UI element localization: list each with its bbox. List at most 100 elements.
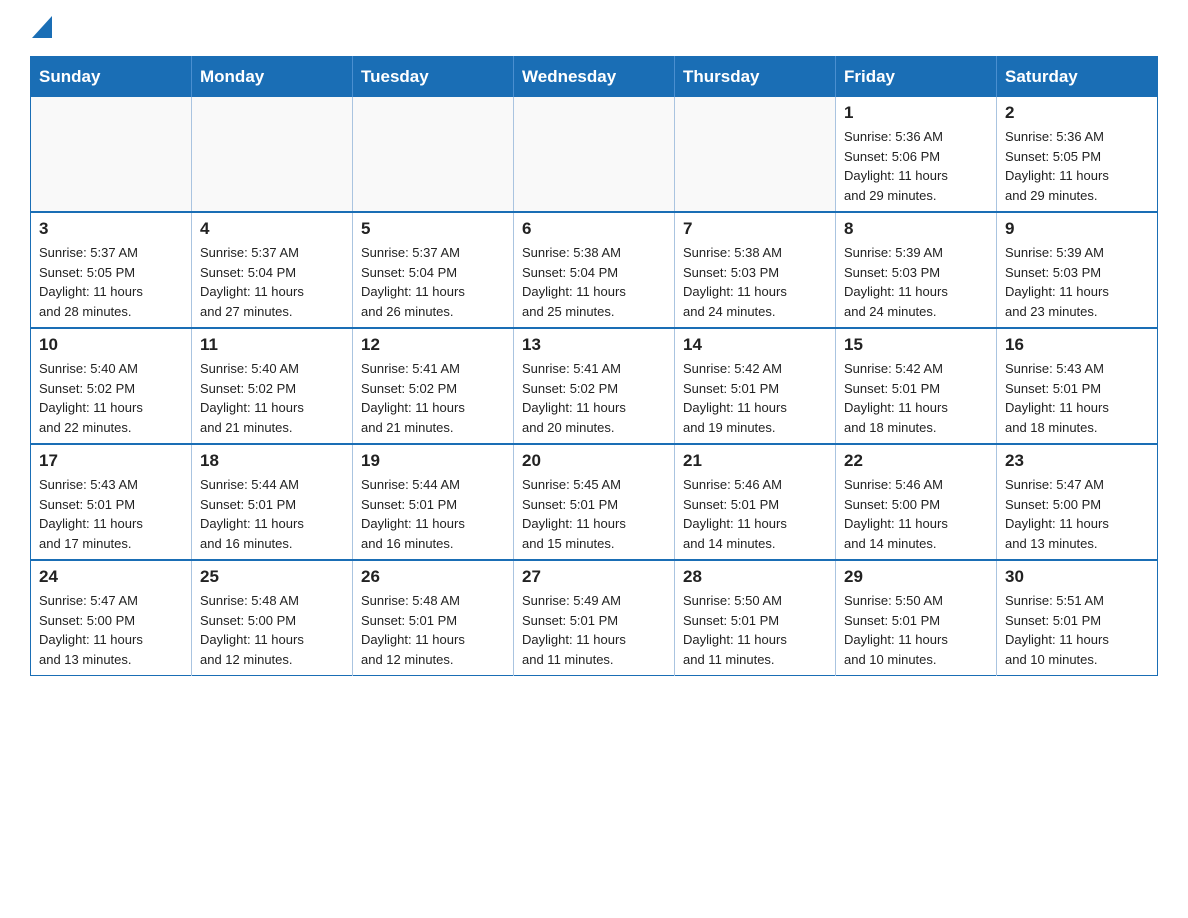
calendar-day-cell: 18 Sunrise: 5:44 AMSunset: 5:01 PMDayligh… — [192, 444, 353, 560]
calendar-day-cell: 11Sunrise: 5:40 AMSunset: 5:02 PMDayligh… — [192, 328, 353, 444]
day-number: 6 — [522, 219, 666, 239]
day-info: Sunrise: 5:38 AMSunset: 5:04 PMDaylight:… — [522, 243, 666, 321]
day-info: Sunrise: 5:48 AMSunset: 5:00 PMDaylight:… — [200, 591, 344, 669]
calendar-day-cell: 6 Sunrise: 5:38 AMSunset: 5:04 PMDaylight… — [514, 212, 675, 328]
day-number: 23 — [1005, 451, 1149, 471]
day-number: 15 — [844, 335, 988, 355]
day-info: Sunrise: 5:46 AMSunset: 5:00 PMDaylight:… — [844, 475, 988, 553]
calendar-day-cell: 30 Sunrise: 5:51 AMSunset: 5:01 PMDayligh… — [997, 560, 1158, 676]
day-number: 7 — [683, 219, 827, 239]
day-number: 3 — [39, 219, 183, 239]
day-info: Sunrise: 5:38 AMSunset: 5:03 PMDaylight:… — [683, 243, 827, 321]
calendar-day-cell: 10 Sunrise: 5:40 AMSunset: 5:02 PMDayligh… — [31, 328, 192, 444]
day-number: 26 — [361, 567, 505, 587]
day-info: Sunrise: 5:44 AMSunset: 5:01 PMDaylight:… — [361, 475, 505, 553]
day-info: Sunrise: 5:47 AMSunset: 5:00 PMDaylight:… — [39, 591, 183, 669]
day-info: Sunrise: 5:41 AMSunset: 5:02 PMDaylight:… — [361, 359, 505, 437]
day-number: 5 — [361, 219, 505, 239]
day-info: Sunrise: 5:43 AMSunset: 5:01 PMDaylight:… — [39, 475, 183, 553]
calendar-day-cell: 26 Sunrise: 5:48 AMSunset: 5:01 PMDayligh… — [353, 560, 514, 676]
day-info: Sunrise: 5:36 AMSunset: 5:06 PMDaylight:… — [844, 127, 988, 205]
calendar-day-cell: 19 Sunrise: 5:44 AMSunset: 5:01 PMDayligh… — [353, 444, 514, 560]
calendar-header-row: SundayMondayTuesdayWednesdayThursdayFrid… — [31, 57, 1158, 98]
day-number: 4 — [200, 219, 344, 239]
calendar-day-cell — [675, 97, 836, 212]
calendar-week-row: 24 Sunrise: 5:47 AMSunset: 5:00 PMDayligh… — [31, 560, 1158, 676]
day-info: Sunrise: 5:37 AMSunset: 5:04 PMDaylight:… — [200, 243, 344, 321]
calendar-day-cell: 13 Sunrise: 5:41 AMSunset: 5:02 PMDayligh… — [514, 328, 675, 444]
calendar-day-cell: 22 Sunrise: 5:46 AMSunset: 5:00 PMDayligh… — [836, 444, 997, 560]
day-info: Sunrise: 5:37 AMSunset: 5:05 PMDaylight:… — [39, 243, 183, 321]
day-info: Sunrise: 5:49 AMSunset: 5:01 PMDaylight:… — [522, 591, 666, 669]
day-info: Sunrise: 5:40 AMSunset: 5:02 PMDaylight:… — [39, 359, 183, 437]
day-number: 27 — [522, 567, 666, 587]
calendar-day-cell: 25 Sunrise: 5:48 AMSunset: 5:00 PMDayligh… — [192, 560, 353, 676]
day-info: Sunrise: 5:44 AMSunset: 5:01 PMDaylight:… — [200, 475, 344, 553]
day-info: Sunrise: 5:48 AMSunset: 5:01 PMDaylight:… — [361, 591, 505, 669]
calendar-week-row: 3 Sunrise: 5:37 AMSunset: 5:05 PMDaylight… — [31, 212, 1158, 328]
calendar-day-cell: 5 Sunrise: 5:37 AMSunset: 5:04 PMDaylight… — [353, 212, 514, 328]
day-number: 18 — [200, 451, 344, 471]
day-info: Sunrise: 5:40 AMSunset: 5:02 PMDaylight:… — [200, 359, 344, 437]
calendar-day-cell: 29 Sunrise: 5:50 AMSunset: 5:01 PMDayligh… — [836, 560, 997, 676]
calendar-day-cell: 24 Sunrise: 5:47 AMSunset: 5:00 PMDayligh… — [31, 560, 192, 676]
day-number: 2 — [1005, 103, 1149, 123]
day-number: 13 — [522, 335, 666, 355]
calendar-day-cell: 2 Sunrise: 5:36 AMSunset: 5:05 PMDaylight… — [997, 97, 1158, 212]
day-number: 28 — [683, 567, 827, 587]
day-number: 16 — [1005, 335, 1149, 355]
day-number: 8 — [844, 219, 988, 239]
day-info: Sunrise: 5:50 AMSunset: 5:01 PMDaylight:… — [683, 591, 827, 669]
day-number: 25 — [200, 567, 344, 587]
calendar-day-cell: 7 Sunrise: 5:38 AMSunset: 5:03 PMDaylight… — [675, 212, 836, 328]
weekday-header: Thursday — [675, 57, 836, 98]
day-info: Sunrise: 5:45 AMSunset: 5:01 PMDaylight:… — [522, 475, 666, 553]
calendar-day-cell: 28 Sunrise: 5:50 AMSunset: 5:01 PMDayligh… — [675, 560, 836, 676]
weekday-header: Wednesday — [514, 57, 675, 98]
day-info: Sunrise: 5:51 AMSunset: 5:01 PMDaylight:… — [1005, 591, 1149, 669]
day-number: 19 — [361, 451, 505, 471]
calendar-day-cell — [514, 97, 675, 212]
calendar-week-row: 1 Sunrise: 5:36 AMSunset: 5:06 PMDaylight… — [31, 97, 1158, 212]
weekday-header: Sunday — [31, 57, 192, 98]
calendar-week-row: 10 Sunrise: 5:40 AMSunset: 5:02 PMDayligh… — [31, 328, 1158, 444]
day-info: Sunrise: 5:39 AMSunset: 5:03 PMDaylight:… — [844, 243, 988, 321]
day-info: Sunrise: 5:43 AMSunset: 5:01 PMDaylight:… — [1005, 359, 1149, 437]
day-info: Sunrise: 5:37 AMSunset: 5:04 PMDaylight:… — [361, 243, 505, 321]
day-number: 12 — [361, 335, 505, 355]
calendar-day-cell — [353, 97, 514, 212]
calendar-day-cell: 20Sunrise: 5:45 AMSunset: 5:01 PMDayligh… — [514, 444, 675, 560]
logo-triangle-icon — [32, 16, 52, 38]
day-number: 10 — [39, 335, 183, 355]
calendar-table: SundayMondayTuesdayWednesdayThursdayFrid… — [30, 56, 1158, 676]
day-number: 24 — [39, 567, 183, 587]
calendar-day-cell: 16 Sunrise: 5:43 AMSunset: 5:01 PMDayligh… — [997, 328, 1158, 444]
calendar-day-cell: 8 Sunrise: 5:39 AMSunset: 5:03 PMDaylight… — [836, 212, 997, 328]
calendar-day-cell: 12 Sunrise: 5:41 AMSunset: 5:02 PMDayligh… — [353, 328, 514, 444]
day-number: 1 — [844, 103, 988, 123]
calendar-day-cell: 1 Sunrise: 5:36 AMSunset: 5:06 PMDaylight… — [836, 97, 997, 212]
logo — [30, 20, 52, 36]
calendar-day-cell — [192, 97, 353, 212]
calendar-day-cell: 14Sunrise: 5:42 AMSunset: 5:01 PMDayligh… — [675, 328, 836, 444]
day-info: Sunrise: 5:47 AMSunset: 5:00 PMDaylight:… — [1005, 475, 1149, 553]
day-number: 9 — [1005, 219, 1149, 239]
day-number: 21 — [683, 451, 827, 471]
day-info: Sunrise: 5:50 AMSunset: 5:01 PMDaylight:… — [844, 591, 988, 669]
calendar-day-cell: 27 Sunrise: 5:49 AMSunset: 5:01 PMDayligh… — [514, 560, 675, 676]
day-number: 14 — [683, 335, 827, 355]
page-header — [30, 20, 1158, 36]
calendar-week-row: 17 Sunrise: 5:43 AMSunset: 5:01 PMDayligh… — [31, 444, 1158, 560]
day-number: 22 — [844, 451, 988, 471]
day-number: 17 — [39, 451, 183, 471]
calendar-day-cell: 21Sunrise: 5:46 AMSunset: 5:01 PMDayligh… — [675, 444, 836, 560]
day-info: Sunrise: 5:39 AMSunset: 5:03 PMDaylight:… — [1005, 243, 1149, 321]
day-info: Sunrise: 5:36 AMSunset: 5:05 PMDaylight:… — [1005, 127, 1149, 205]
calendar-day-cell: 3 Sunrise: 5:37 AMSunset: 5:05 PMDaylight… — [31, 212, 192, 328]
day-info: Sunrise: 5:41 AMSunset: 5:02 PMDaylight:… — [522, 359, 666, 437]
weekday-header: Tuesday — [353, 57, 514, 98]
day-number: 29 — [844, 567, 988, 587]
calendar-day-cell: 15Sunrise: 5:42 AMSunset: 5:01 PMDayligh… — [836, 328, 997, 444]
day-number: 30 — [1005, 567, 1149, 587]
weekday-header: Monday — [192, 57, 353, 98]
